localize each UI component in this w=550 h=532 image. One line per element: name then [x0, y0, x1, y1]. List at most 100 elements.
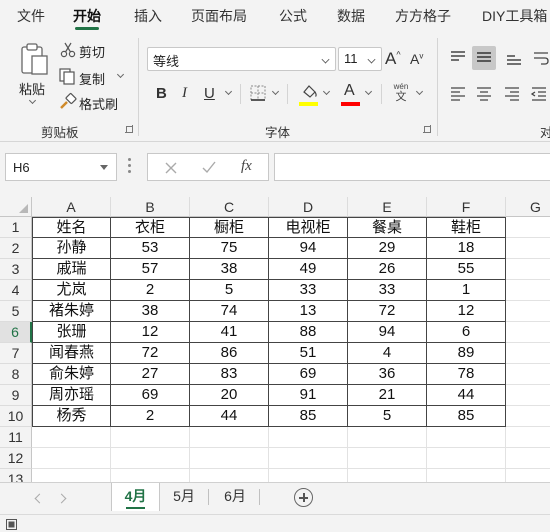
shrink-font-button[interactable]: Av — [410, 51, 423, 67]
row-header-5[interactable]: 5 — [0, 301, 32, 322]
cell-a7[interactable]: 闻春燕 — [32, 343, 111, 364]
font-name-select[interactable]: 等线 — [147, 47, 336, 71]
cell-d1[interactable]: 电视柜 — [269, 217, 348, 238]
cell-c5[interactable]: 74 — [190, 301, 269, 322]
cell-g5[interactable] — [506, 301, 550, 322]
cell-g8[interactable] — [506, 364, 550, 385]
row-header-9[interactable]: 9 — [0, 385, 32, 406]
cell-f7[interactable]: 89 — [427, 343, 506, 364]
font-color-dropdown-icon[interactable] — [364, 87, 373, 96]
copy-button[interactable]: 复制 — [79, 69, 105, 88]
row-header-8[interactable]: 8 — [0, 364, 32, 385]
cell-f10[interactable]: 85 — [427, 406, 506, 427]
cell-f2[interactable]: 18 — [427, 238, 506, 259]
tab-fangfang-gezi[interactable]: 方方格子 — [395, 0, 451, 32]
tab-diy-toolbox[interactable]: DIY工具箱 — [482, 0, 547, 32]
row-header-11[interactable]: 11 — [0, 427, 32, 448]
cell-g2[interactable] — [506, 238, 550, 259]
font-size-select[interactable]: 11 — [338, 47, 382, 71]
tab-formulas[interactable]: 公式 — [279, 0, 307, 32]
tab-data[interactable]: 数据 — [337, 0, 365, 32]
tab-page-layout[interactable]: 页面布局 — [191, 0, 247, 32]
enter-check-icon[interactable] — [202, 161, 216, 174]
formula-input[interactable] — [274, 153, 550, 181]
cell-a6[interactable]: 张珊 — [32, 322, 111, 343]
cell-b7[interactable]: 72 — [111, 343, 190, 364]
previous-sheet-icon[interactable] — [34, 493, 45, 504]
cell-e2[interactable]: 29 — [348, 238, 427, 259]
column-header-a[interactable]: A — [32, 197, 111, 217]
fill-color-dropdown-icon[interactable] — [322, 87, 331, 96]
column-header-g[interactable]: G — [506, 197, 550, 217]
column-header-f[interactable]: F — [427, 197, 506, 217]
cell-e13[interactable] — [348, 469, 427, 482]
cell-a5[interactable]: 褚朱婷 — [32, 301, 111, 322]
cell-g11[interactable] — [506, 427, 550, 448]
cell-e8[interactable]: 36 — [348, 364, 427, 385]
cell-e1[interactable]: 餐桌 — [348, 217, 427, 238]
align-bottom-icon[interactable] — [505, 49, 523, 67]
cell-a2[interactable]: 孙静 — [32, 238, 111, 259]
cell-c13[interactable] — [190, 469, 269, 482]
select-all-button[interactable] — [0, 197, 32, 217]
cell-d12[interactable] — [269, 448, 348, 469]
underline-button[interactable]: U — [204, 85, 215, 102]
cell-g12[interactable] — [506, 448, 550, 469]
cell-g6[interactable] — [506, 322, 550, 343]
border-icon[interactable] — [250, 85, 266, 101]
cell-a1[interactable]: 姓名 — [32, 217, 111, 238]
cell-f13[interactable] — [427, 469, 506, 482]
cell-e3[interactable]: 26 — [348, 259, 427, 280]
cell-b8[interactable]: 27 — [111, 364, 190, 385]
cell-e5[interactable]: 72 — [348, 301, 427, 322]
column-header-e[interactable]: E — [348, 197, 427, 217]
cut-icon[interactable] — [60, 42, 76, 58]
cell-b6[interactable]: 12 — [111, 322, 190, 343]
cell-d6[interactable]: 88 — [269, 322, 348, 343]
tab-home[interactable]: 开始 — [73, 0, 101, 32]
copy-dropdown-icon[interactable] — [116, 70, 125, 79]
name-box[interactable]: H6 — [5, 153, 117, 181]
tab-insert[interactable]: 插入 — [134, 0, 162, 32]
cell-f6[interactable]: 6 — [427, 322, 506, 343]
cell-e12[interactable] — [348, 448, 427, 469]
align-center-icon[interactable] — [475, 85, 493, 103]
add-sheet-icon[interactable] — [294, 488, 313, 507]
chevron-down-icon[interactable] — [100, 165, 108, 170]
bold-button[interactable]: B — [156, 85, 167, 102]
cut-button[interactable]: 剪切 — [79, 42, 105, 61]
cell-b12[interactable] — [111, 448, 190, 469]
italic-button[interactable]: I — [182, 85, 187, 102]
cell-a12[interactable] — [32, 448, 111, 469]
cell-c2[interactable]: 75 — [190, 238, 269, 259]
paste-button[interactable]: 粘贴 — [19, 79, 45, 98]
cell-c4[interactable]: 5 — [190, 280, 269, 301]
align-middle-button[interactable] — [472, 46, 496, 70]
cell-f1[interactable]: 鞋柜 — [427, 217, 506, 238]
cell-a4[interactable]: 尤岚 — [32, 280, 111, 301]
format-painter-icon[interactable] — [59, 92, 77, 110]
cell-a8[interactable]: 俞朱婷 — [32, 364, 111, 385]
cell-g9[interactable] — [506, 385, 550, 406]
cell-f8[interactable]: 78 — [427, 364, 506, 385]
cell-e10[interactable]: 5 — [348, 406, 427, 427]
vertical-dots-icon[interactable] — [128, 158, 131, 174]
cell-b2[interactable]: 53 — [111, 238, 190, 259]
font-color-button[interactable]: A — [344, 82, 355, 100]
row-header-3[interactable]: 3 — [0, 259, 32, 280]
format-painter-button[interactable]: 格式刷 — [79, 94, 118, 113]
cell-c11[interactable] — [190, 427, 269, 448]
cell-c1[interactable]: 橱柜 — [190, 217, 269, 238]
cell-f3[interactable]: 55 — [427, 259, 506, 280]
cell-b1[interactable]: 衣柜 — [111, 217, 190, 238]
row-header-13[interactable]: 13 — [0, 469, 32, 482]
cell-b4[interactable]: 2 — [111, 280, 190, 301]
phonetic-guide-button[interactable]: wén 文 — [390, 82, 412, 106]
grow-font-button[interactable]: A^ — [385, 49, 401, 69]
cell-e7[interactable]: 4 — [348, 343, 427, 364]
phonetic-dropdown-icon[interactable] — [415, 87, 424, 96]
cell-c6[interactable]: 41 — [190, 322, 269, 343]
clipboard-launcher-icon[interactable] — [125, 125, 133, 133]
macro-record-icon[interactable] — [6, 519, 17, 530]
cell-a13[interactable] — [32, 469, 111, 482]
